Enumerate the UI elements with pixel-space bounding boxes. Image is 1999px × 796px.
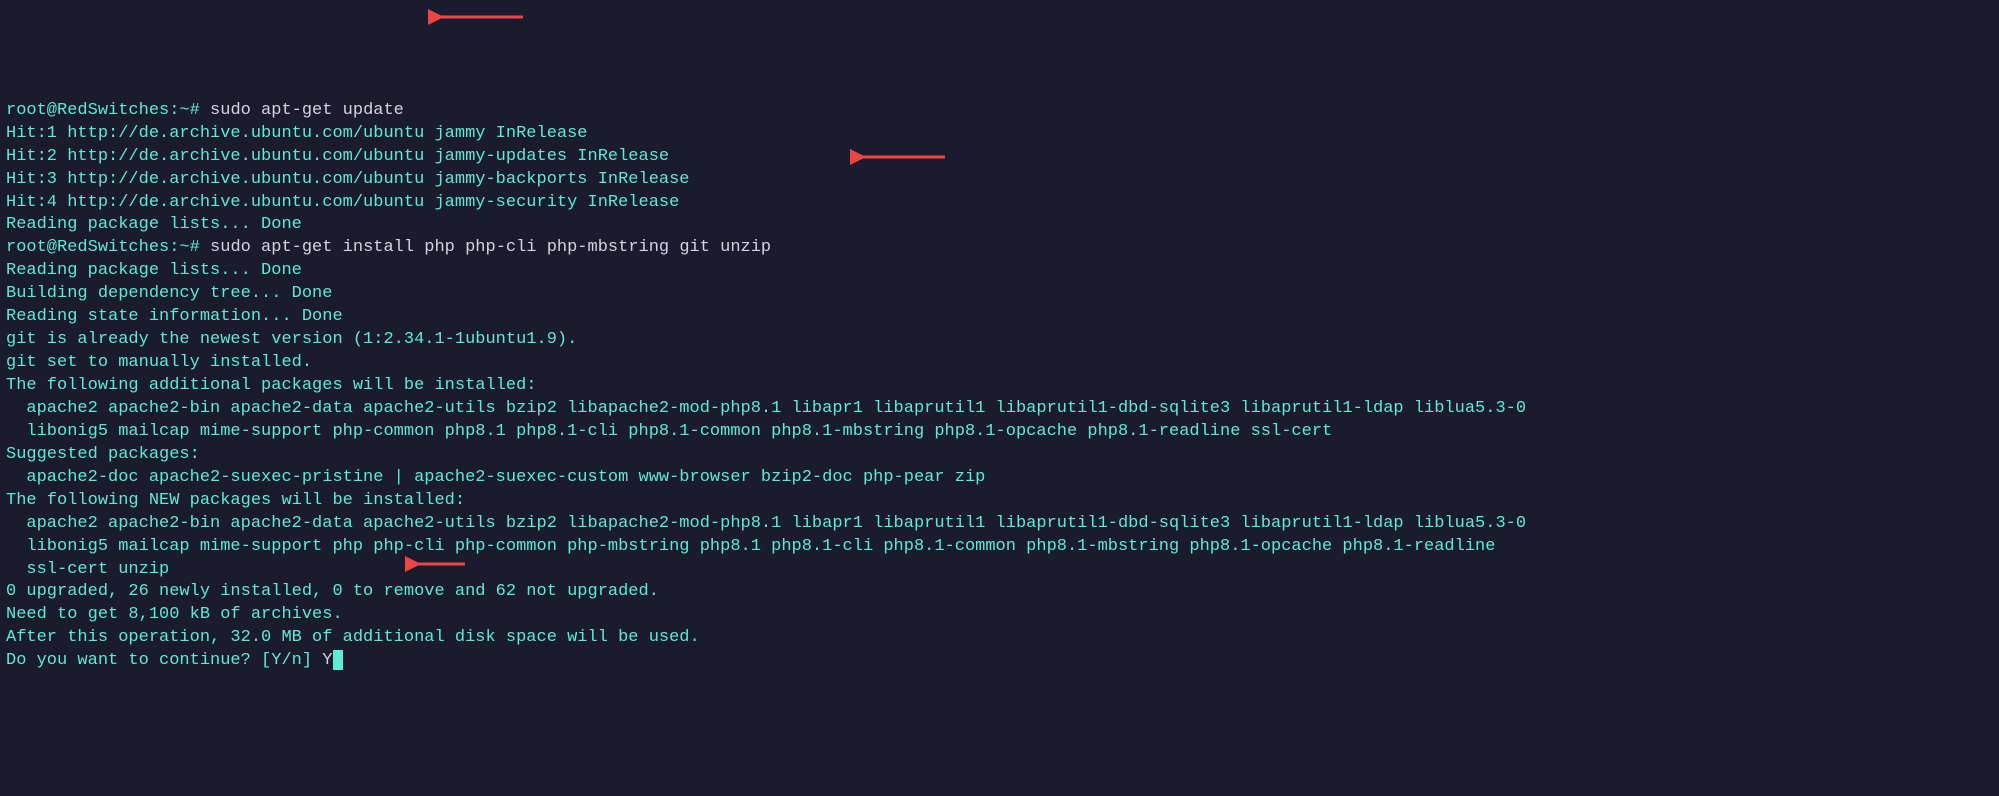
terminal-line: Reading package lists... Done [6, 260, 1993, 283]
terminal-line: After this operation, 32.0 MB of additio… [6, 627, 1993, 650]
terminal-line: Hit:4 http://de.archive.ubuntu.com/ubunt… [6, 192, 1993, 215]
prompt-question: Do you want to continue? [Y/n] [6, 651, 322, 670]
shell-command: sudo apt-get update [200, 101, 404, 120]
terminal-line: The following additional packages will b… [6, 375, 1993, 398]
terminal-line: Suggested packages: [6, 444, 1993, 467]
terminal-line: root@RedSwitches:~# sudo apt-get update [6, 100, 1993, 123]
terminal-line: apache2-doc apache2-suexec-pristine | ap… [6, 467, 1993, 490]
terminal-line: apache2 apache2-bin apache2-data apache2… [6, 398, 1993, 421]
user-input[interactable]: Y [322, 651, 332, 670]
terminal-line: Do you want to continue? [Y/n] Y [6, 650, 1993, 673]
terminal-line: libonig5 mailcap mime-support php-common… [6, 421, 1993, 444]
terminal-line: root@RedSwitches:~# sudo apt-get install… [6, 237, 1993, 260]
terminal-line: Building dependency tree... Done [6, 283, 1993, 306]
terminal-cursor [333, 650, 343, 670]
terminal-line: libonig5 mailcap mime-support php php-cl… [6, 536, 1993, 559]
terminal-line: Hit:2 http://de.archive.ubuntu.com/ubunt… [6, 146, 1993, 169]
terminal-output[interactable]: root@RedSwitches:~# sudo apt-get updateH… [6, 100, 1993, 673]
terminal-line: The following NEW packages will be insta… [6, 490, 1993, 513]
shell-command: sudo apt-get install php php-cli php-mbs… [200, 238, 771, 257]
annotation-arrow [428, 8, 525, 26]
terminal-line: Hit:3 http://de.archive.ubuntu.com/ubunt… [6, 169, 1993, 192]
shell-prompt: root@RedSwitches:~# [6, 238, 200, 257]
terminal-line: git set to manually installed. [6, 352, 1993, 375]
terminal-line: Hit:1 http://de.archive.ubuntu.com/ubunt… [6, 123, 1993, 146]
terminal-line: Reading state information... Done [6, 306, 1993, 329]
shell-prompt: root@RedSwitches:~# [6, 101, 200, 120]
terminal-line: git is already the newest version (1:2.3… [6, 329, 1993, 352]
terminal-line: ssl-cert unzip [6, 559, 1993, 582]
terminal-line: Need to get 8,100 kB of archives. [6, 604, 1993, 627]
terminal-line: apache2 apache2-bin apache2-data apache2… [6, 513, 1993, 536]
terminal-line: Reading package lists... Done [6, 214, 1993, 237]
terminal-line: 0 upgraded, 26 newly installed, 0 to rem… [6, 581, 1993, 604]
